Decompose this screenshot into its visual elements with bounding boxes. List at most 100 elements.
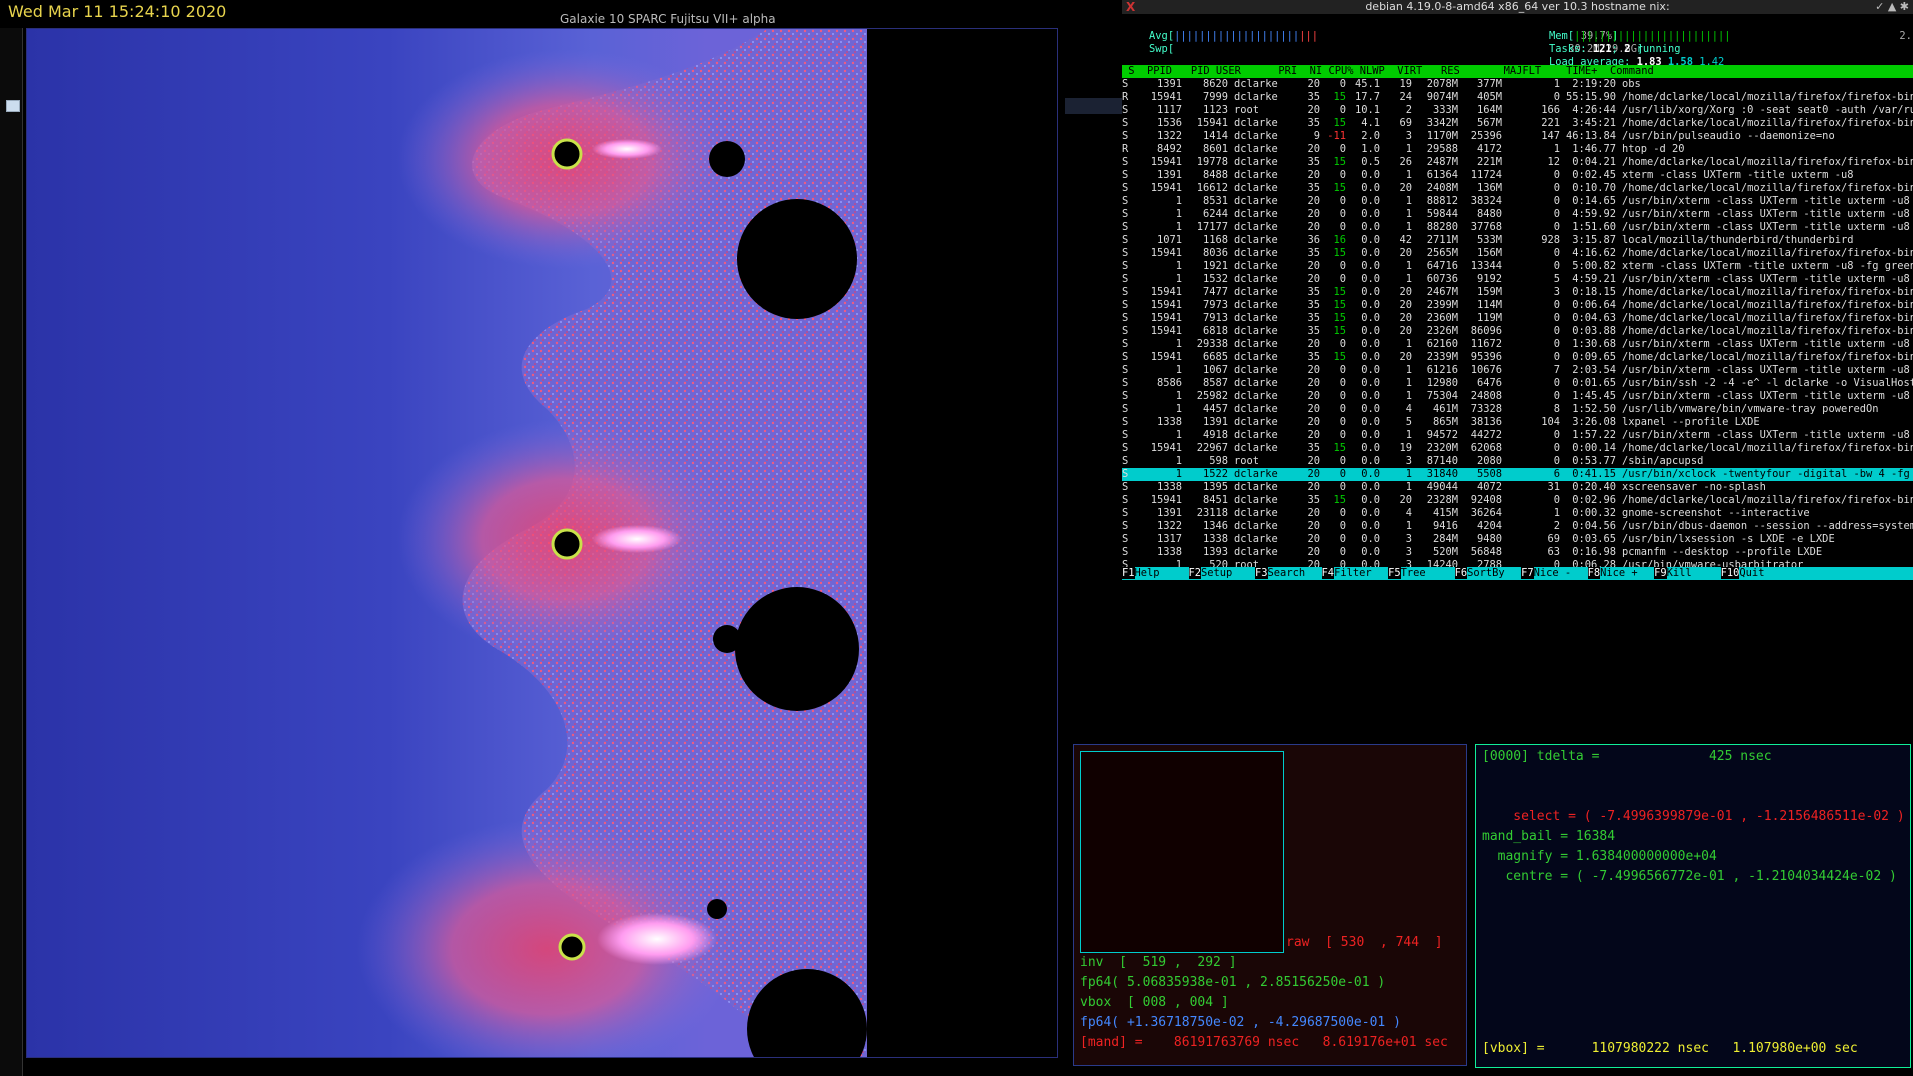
fkey-f5[interactable]: F5 — [1388, 567, 1401, 579]
table-row[interactable]: S 15941 22967 dclarke 35 15 0.0 19 2320M 62068 0 0:… — [1122, 442, 1913, 455]
fkey-label[interactable]: Nice - — [1534, 567, 1588, 580]
table-row[interactable]: S 1322 1346 dclarke 20 0 0.0 1 9416 4204 2 0:04.56 /… — [1122, 520, 1913, 533]
fkey-f1[interactable]: F1 — [1122, 567, 1135, 579]
table-row[interactable]: S 1 1532 dclarke 20 0 0.0 1 60736 9192 5 4:59.21/us… — [1122, 273, 1913, 286]
table-row[interactable]: S 15941 8451 dclarke 35 15 0.0 20 2328M 92408 0 0:0… — [1122, 494, 1913, 507]
table-cell: 5 — [1553, 273, 1560, 285]
table-row[interactable]: S 1 29338 dclarke 20 0 0.0 1 62160 11672 0 1:30.68 /… — [1122, 338, 1913, 351]
process-table[interactable]: S 1391 8620 dclarke 20 0 45.1 19 2078M 377M 1 2:19:… — [1122, 78, 1913, 572]
function-key-bar[interactable]: F1Help F2Setup F3Search F4Filter F5Tree F6Sor… — [1122, 567, 1913, 580]
table-row[interactable]: S 1391 8620 dclarke 20 0 45.1 19 2078M 377M 1 2:19:… — [1122, 78, 1913, 91]
fkey-f3[interactable]: F3 — [1255, 567, 1268, 579]
table-cell: dclarke — [1234, 325, 1278, 337]
table-row[interactable]: S 1 4918 dclarke 20 0 0.0 1 94572 44272 0 1:57.22/u… — [1122, 429, 1913, 442]
table-cell: 0.0 — [1361, 195, 1380, 207]
table-row[interactable]: S 15941 6818 dclarke 35 15 0.0 20 2326M 86096 0 0:0… — [1122, 325, 1913, 338]
table-cell: 6476 — [1476, 377, 1502, 389]
fkey-label[interactable]: Setup — [1201, 567, 1255, 580]
table-cell: 35 — [1307, 247, 1320, 259]
table-row[interactable]: S 15941 8036 dclarke 35 15 0.0 20 2565M 156M 0 4:16… — [1122, 247, 1913, 260]
table-row[interactable]: S 15941 6685 dclarke 35 15 0.0 20 2339M 95396 0 0:0… — [1122, 351, 1913, 364]
htop-window[interactable]: debian 4.19.0-8-amd64 x86_64 ver 10.3 ho… — [1122, 0, 1913, 582]
fkey-label[interactable]: SortBy — [1467, 567, 1521, 580]
table-row[interactable]: S 1 4457 dclarke 20 0 0.0 4 461M 73328 8 1:52.50/us… — [1122, 403, 1913, 416]
table-cell: 0.0 — [1361, 234, 1380, 246]
process-table-header[interactable]: S PPID PID USER PRI NI CPU% NLWP VIRT RE… — [1122, 65, 1913, 78]
table-row[interactable]: S 1338 1391 dclarke 20 0 0.0 5 865M 38136 104 3:26.… — [1122, 416, 1913, 429]
table-row[interactable]: S 1 1921 dclarke 20 0 0.0 1 64716 13344 0 5:00.82 xt… — [1122, 260, 1913, 273]
table-cell: 6685 — [1202, 351, 1228, 363]
table-cell: 1 — [1175, 260, 1182, 272]
fkey-label[interactable]: Filter — [1334, 567, 1388, 580]
table-row[interactable]: S 1536 15941 dclarke 35 15 4.1 69 3342M 567M 221 3:… — [1122, 117, 1913, 130]
table-row[interactable]: S 1 598 root 20 0 0.0 3 87140 2080 0 0:53.77/sbin/a… — [1122, 455, 1913, 468]
table-cell: 15941 — [1150, 156, 1182, 168]
table-cell: 1 — [1553, 507, 1560, 519]
table-cell: 7477 — [1202, 286, 1228, 298]
fkey-f10[interactable]: F10 — [1720, 567, 1740, 579]
fractal-canvas-window[interactable] — [26, 28, 1058, 1058]
table-row[interactable]: S 1391 8488 dclarke 20 0 0.0 1 61364 11724 0 0:02.4… — [1122, 169, 1913, 182]
table-cell: 0:01.65 — [1572, 377, 1616, 389]
table-row[interactable]: S 15941 7913 dclarke 35 15 0.0 20 2360M 119M 0 0:04… — [1122, 312, 1913, 325]
table-cell: 92408 — [1470, 494, 1502, 506]
table-cell: 405M — [1476, 91, 1502, 103]
table-row[interactable]: R 8492 8601 dclarke 20 0 1.0 1 29588 4172 1 1:46.77… — [1122, 143, 1913, 156]
table-cell: gnome-screenshot --interactive — [1622, 507, 1810, 519]
mandelbrot-render[interactable] — [27, 29, 1057, 1057]
table-row[interactable]: S 1322 1414 dclarke 9 -11 2.0 3 1170M 25396 147 46:… — [1122, 130, 1913, 143]
fkey-label[interactable]: Search — [1268, 567, 1322, 580]
fkey-f8[interactable]: F8 — [1587, 567, 1601, 579]
table-row[interactable]: S 1317 1338 dclarke 20 0 0.0 3 284M 9480 69 0:03.65… — [1122, 533, 1913, 546]
x-logo-icon[interactable]: X — [1126, 0, 1135, 14]
table-row[interactable]: S 1 1522 dclarke 20 0 0.0 1 31840 5508 6 0:41.15/us… — [1122, 468, 1913, 481]
fkey-label[interactable]: Kill — [1667, 567, 1721, 580]
fkey-f6[interactable]: F6 — [1454, 567, 1468, 579]
fkey-label[interactable]: Help — [1135, 567, 1189, 580]
table-row[interactable]: S 1338 1395 dclarke 20 0 0.0 1 49044 4072 31 0:20.4… — [1122, 481, 1913, 494]
fkey-f2[interactable]: F2 — [1188, 567, 1202, 579]
table-row[interactable]: S 1 1067 dclarke 20 0 0.0 1 61216 10676 7 2:03.54/u… — [1122, 364, 1913, 377]
table-row[interactable]: S 15941 16612 dclarke 35 15 0.0 20 2408M 136M 0 0:1… — [1122, 182, 1913, 195]
table-cell: 88812 — [1426, 195, 1458, 207]
inv-line: inv [ 519 , 292 ] — [1080, 955, 1237, 970]
table-cell: 415M — [1432, 507, 1458, 519]
table-cell: 20 — [1307, 520, 1320, 532]
table-cell: 3:45:21 — [1572, 117, 1616, 129]
table-cell: 0 — [1339, 403, 1346, 415]
table-row[interactable]: S 1338 1393 dclarke 20 0 0.0 3 520M 56848 63 0:16.9… — [1122, 546, 1913, 559]
table-row[interactable]: S 15941 19778 dclarke 35 15 0.5 26 2487M 221M 12 0:… — [1122, 156, 1913, 169]
table-row[interactable]: S 1 25982 dclarke 20 0 0.0 1 75304 24808 0 1:45.45 /… — [1122, 390, 1913, 403]
table-row[interactable]: S 1 8531 dclarke 20 0 0.0 1 88812 38324 0 0:14.65/u… — [1122, 195, 1913, 208]
window-icon[interactable] — [6, 100, 20, 112]
fkey-f9[interactable]: F9 — [1654, 567, 1667, 579]
table-cell: 20 — [1307, 78, 1320, 90]
fkey-label[interactable]: Quit — [1739, 567, 1787, 580]
table-row[interactable]: S 8586 8587 dclarke 20 0 0.0 1 12980 6476 0 0:01.65… — [1122, 377, 1913, 390]
table-row[interactable]: S 1391 23118 dclarke 20 0 0.0 4 415M 36264 1 0:00.3… — [1122, 507, 1913, 520]
table-cell: 0 — [1553, 247, 1560, 259]
coords-terminal[interactable]: raw [ 530 , 744 ] inv [ 519 , 292 ] fp64… — [1073, 744, 1467, 1066]
fp64-line-a: fp64( 5.06835938e-01 , 2.85156250e-01 ) — [1080, 975, 1386, 990]
fkey-f7[interactable]: F7 — [1521, 567, 1534, 579]
table-row[interactable]: S 1117 1123 root 20 0 10.1 2 333M 164M 166 4:26:44 /… — [1122, 104, 1913, 117]
window-buttons[interactable]: ✓ ▲ ✱ — [1875, 0, 1909, 13]
table-cell: /home/dclarke/local/mozilla/firefox/fire… — [1622, 156, 1913, 168]
params-terminal[interactable]: [0000] tdelta = 425 nsec select = ( -7.4… — [1475, 744, 1911, 1068]
table-row[interactable]: S 15941 7973 dclarke 35 15 0.0 20 2399M 114M 0 0:06… — [1122, 299, 1913, 312]
table-cell: 1322 — [1156, 130, 1182, 142]
table-row[interactable]: R 15941 7999 dclarke 35 15 17.7 24 9074M 405M 0 55:… — [1122, 91, 1913, 104]
table-cell: S — [1122, 234, 1129, 246]
table-cell: 533M — [1476, 234, 1502, 246]
table-cell: 31840 — [1426, 468, 1458, 480]
table-row[interactable]: S 1 17177 dclarke 20 0 0.0 1 88280 37768 0 1:51.60 /… — [1122, 221, 1913, 234]
table-row[interactable]: S 1071 1168 dclarke 36 16 0.0 42 2711M 533M 928 3:1… — [1122, 234, 1913, 247]
table-row[interactable]: S 15941 7477 dclarke 35 15 0.0 20 2467M 159M 3 0:18… — [1122, 286, 1913, 299]
fkey-label[interactable]: Nice + — [1600, 567, 1654, 580]
fkey-f4[interactable]: F4 — [1321, 567, 1335, 579]
mand-timing: [mand] = 86191763769 nsec 8.619176e+01 s… — [1080, 1035, 1448, 1050]
htop-window-title: debian 4.19.0-8-amd64 x86_64 ver 10.3 ho… — [1365, 0, 1670, 13]
table-row[interactable]: S 1 6244 dclarke 20 0 0.0 1 59844 8480 0 4:59.92/us… — [1122, 208, 1913, 221]
table-cell: 31 — [1547, 481, 1560, 493]
fkey-label[interactable]: Tree — [1401, 567, 1455, 580]
